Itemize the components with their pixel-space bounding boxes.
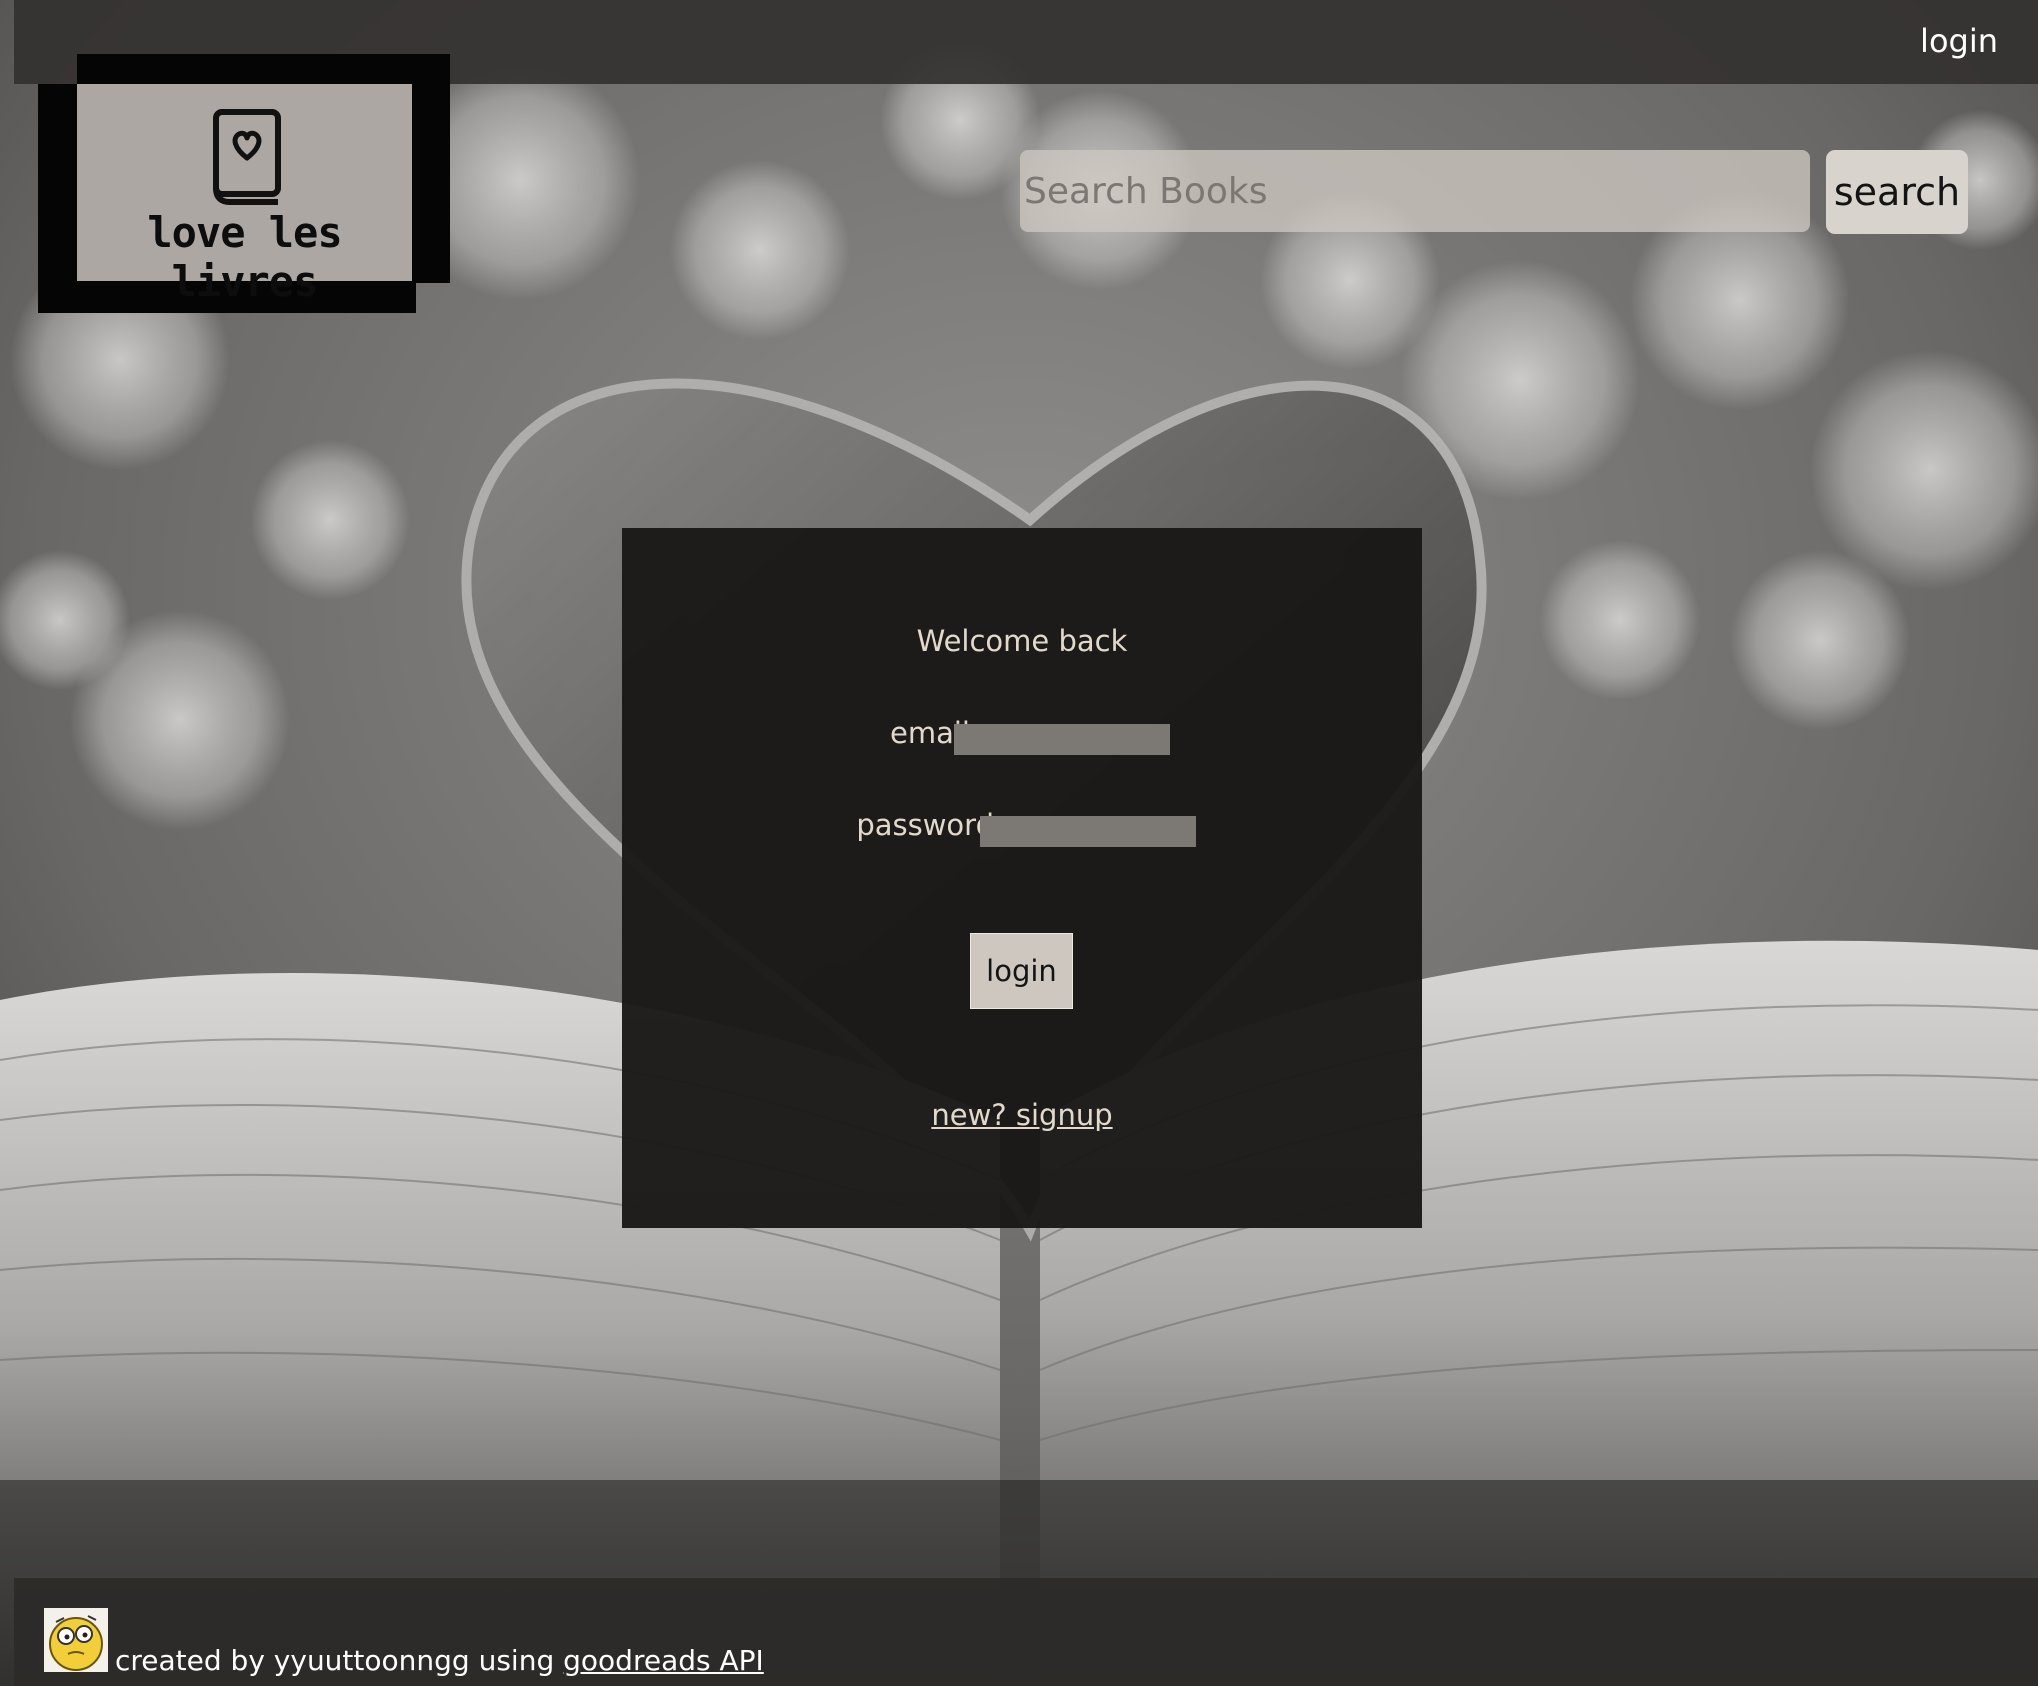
welcome-heading: Welcome back	[916, 624, 1128, 658]
nav-login-link[interactable]: login	[1920, 22, 1998, 60]
email-field[interactable]	[954, 724, 1170, 755]
password-label: password	[856, 808, 994, 842]
password-field[interactable]	[980, 816, 1196, 847]
avatar	[44, 1608, 108, 1672]
login-panel: Welcome back email password login new? s…	[622, 528, 1422, 1228]
logo-text: love les livres	[147, 208, 342, 306]
footer-credit: created by yyuuttoonngg using goodreads …	[115, 1644, 764, 1677]
search-button[interactable]: search	[1826, 150, 1968, 234]
signup-link[interactable]: new? signup	[622, 1098, 1422, 1132]
login-submit-button[interactable]: login	[970, 933, 1073, 1009]
footer: created by yyuuttoonngg using goodreads …	[14, 1578, 2038, 1686]
footer-credit-text: created by yyuuttoonngg using	[115, 1644, 555, 1677]
email-label: email	[890, 716, 970, 750]
book-heart-icon	[213, 109, 281, 205]
search-input[interactable]	[1020, 150, 1810, 232]
goodreads-api-link[interactable]: goodreads API	[563, 1644, 764, 1677]
site-logo[interactable]: love les livres	[77, 84, 412, 306]
cartoon-face-avatar-icon	[49, 1615, 103, 1671]
